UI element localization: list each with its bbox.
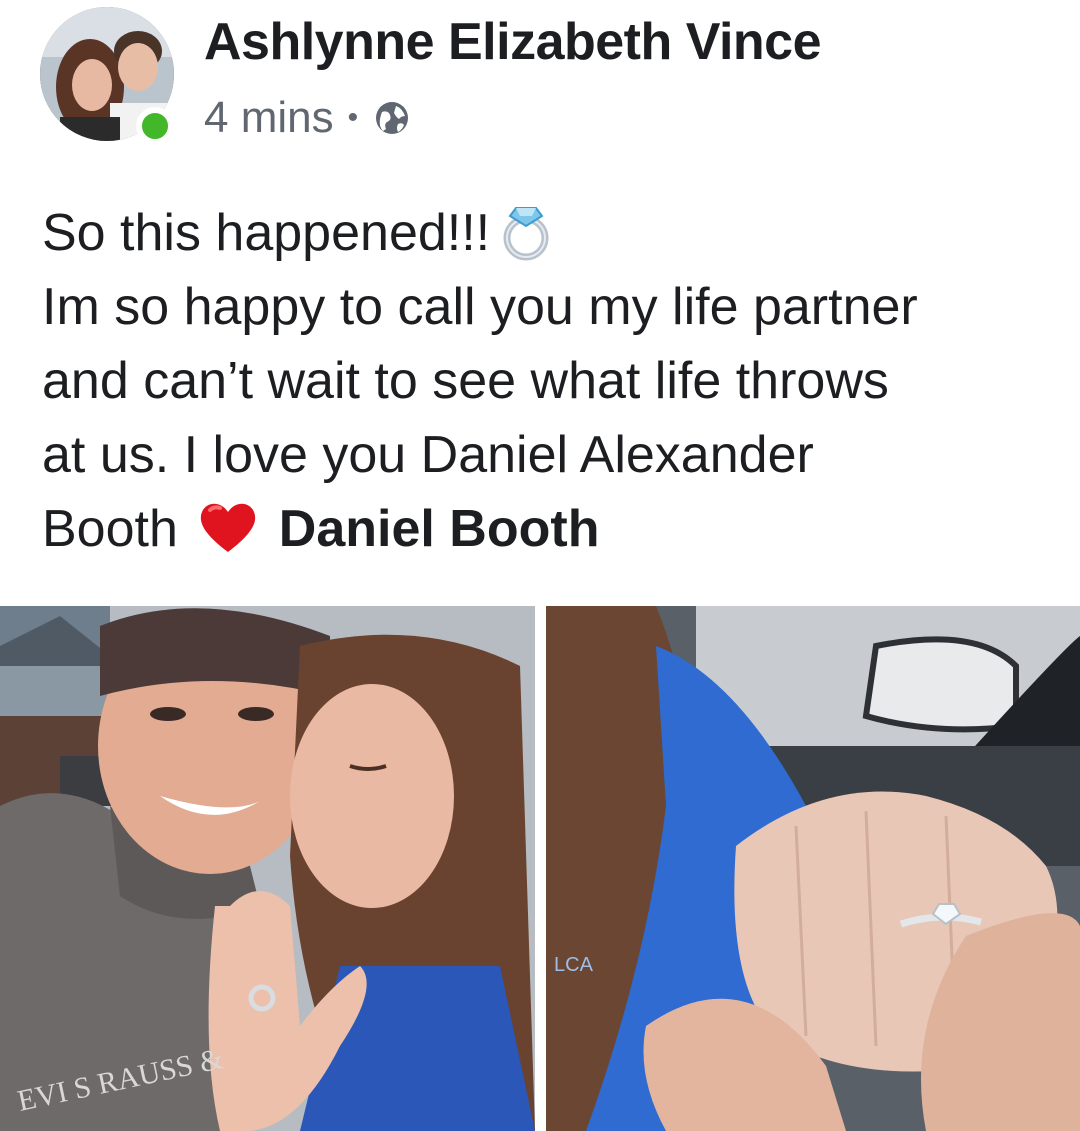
globe-icon[interactable]: [372, 98, 412, 138]
post-text-line-1: So this happened!!!: [42, 196, 1052, 270]
post-text-line-2: Im so happy to call you my life partner: [42, 278, 918, 336]
post-text-line-3: and can’t wait to see what life throws: [42, 352, 889, 410]
author-name[interactable]: Ashlynne Elizabeth Vince: [204, 12, 822, 72]
post-meta: 4 mins •: [204, 92, 412, 144]
ring-emoji-icon: [494, 198, 558, 262]
post-text-line-1-text: So this happened!!!: [42, 204, 491, 262]
couple-selfie-photo[interactable]: EVI S RAUSS &: [0, 606, 535, 1131]
post-text-line-5: Booth Daniel Booth: [42, 492, 1052, 566]
post-timestamp[interactable]: 4 mins: [204, 93, 334, 143]
meta-separator: •: [347, 101, 359, 134]
post-text-line-5-text: Booth: [42, 500, 178, 558]
post-text: So this happened!!! Im so happy to call …: [42, 196, 1052, 566]
red-heart-emoji-icon: [196, 494, 260, 558]
author-avatar[interactable]: [40, 7, 176, 145]
online-status-indicator: [136, 107, 174, 145]
tagged-user-link[interactable]: Daniel Booth: [279, 500, 600, 558]
facebook-post: Ashlynne Elizabeth Vince 4 mins • So thi…: [0, 0, 1080, 1131]
svg-text:LCA: LCA: [554, 954, 594, 976]
post-text-line-4: at us. I love you Daniel Alexander: [42, 426, 814, 484]
engagement-ring-hand-photo[interactable]: LCA: [546, 606, 1080, 1131]
